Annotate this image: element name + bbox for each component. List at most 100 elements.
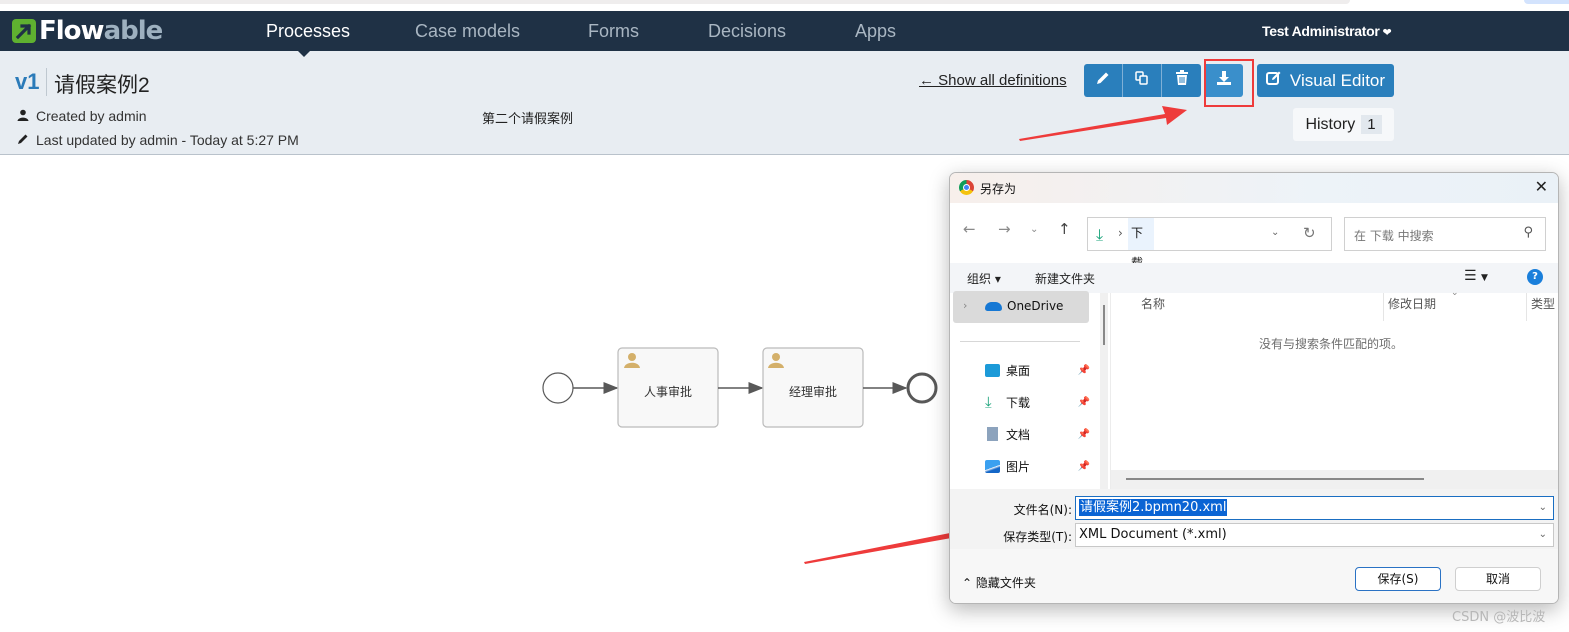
sidebar-item-label: 桌面	[1006, 363, 1031, 378]
hide-folders-label: 隐藏文件夹	[975, 576, 1036, 590]
address-bar[interactable]: ⤓ › 下载 ⌄ ↻	[1087, 217, 1332, 270]
definition-description: 第二个请假案例	[482, 111, 574, 126]
column-header-date[interactable]: 修改日期	[1388, 295, 1436, 312]
breadcrumb-separator: ›	[1118, 226, 1123, 240]
dialog-footer: ⌃ 隐藏文件夹 保存(S) 取消	[950, 549, 1558, 603]
history-button[interactable]: History 1	[1293, 108, 1394, 141]
nav-decisions[interactable]: Decisions	[708, 11, 786, 51]
copy-button[interactable]	[1123, 64, 1162, 97]
sidebar-item-downloads[interactable]: ⤓ 下载 📌	[985, 393, 1090, 411]
sort-chevron-icon: ⌄	[1451, 288, 1459, 298]
desktop-icon	[985, 363, 1000, 377]
breadcrumb-downloads[interactable]: 下载	[1128, 218, 1154, 270]
filename-label: 文件名(N):	[1013, 503, 1072, 517]
search-placeholder: 在 下载 中搜索	[1354, 229, 1434, 243]
recent-chevron-icon[interactable]: ⌄	[1030, 224, 1038, 235]
visual-editor-button[interactable]: Visual Editor	[1257, 64, 1394, 97]
back-arrow-icon[interactable]: ←	[963, 220, 976, 238]
show-all-definitions-link[interactable]: ← Show all definitions	[919, 72, 1067, 89]
download-icon: ⤓	[985, 392, 992, 411]
chevron-down-icon[interactable]: ⌄	[1539, 524, 1547, 546]
page-title: 请假案例2	[54, 74, 150, 97]
end-event[interactable]	[906, 372, 938, 404]
last-updated: Last updated by admin - Today at 5:27 PM	[16, 132, 299, 148]
hide-folders-toggle[interactable]: ⌃ 隐藏文件夹	[962, 574, 1036, 591]
sidebar-item-onedrive[interactable]: › OneDrive	[953, 291, 1089, 323]
logo-arrow-icon	[12, 19, 36, 43]
sidebar-item-desktop[interactable]: 桌面 📌	[985, 361, 1090, 379]
copy-icon	[1134, 70, 1150, 91]
sidebar-item-label: OneDrive	[1007, 299, 1064, 313]
delete-button[interactable]	[1162, 64, 1201, 97]
column-header-name[interactable]: 名称	[1141, 295, 1165, 312]
nav-case-models[interactable]: Case models	[415, 11, 520, 51]
sidebar-item-label: 下载	[1006, 395, 1031, 410]
download-button[interactable]	[1205, 64, 1243, 97]
filetype-label: 保存类型(T):	[1003, 530, 1072, 544]
trash-icon	[1175, 70, 1189, 91]
cloud-icon	[985, 302, 1002, 311]
user-name: Test Administrator	[1262, 23, 1380, 39]
action-button-group	[1084, 64, 1243, 97]
help-icon[interactable]: ?	[1527, 269, 1543, 285]
sidebar-item-label: 文档	[1006, 427, 1031, 442]
version-divider	[46, 68, 47, 96]
dialog-body: › OneDrive 桌面 📌 ⤓ 下载 📌 文档 📌 图片 📌 名称 ⌄ 修改…	[950, 288, 1558, 489]
sidebar-scrollbar[interactable]	[1100, 293, 1108, 489]
filename-input[interactable]: 请假案例2.bpmn20.xml ⌄	[1075, 496, 1554, 520]
version-label: v1	[15, 69, 40, 94]
pin-icon: 📌	[1077, 364, 1090, 376]
file-list: 名称 ⌄ 修改日期 类型 没有与搜索条件匹配的项。	[1110, 288, 1558, 489]
nav-forms[interactable]: Forms	[588, 11, 639, 51]
column-divider[interactable]	[1383, 293, 1384, 321]
scrollbar-thumb[interactable]	[1103, 305, 1105, 345]
scrollbar-thumb[interactable]	[1126, 478, 1424, 480]
history-label: History	[1305, 115, 1356, 133]
logo-text: Flowable	[39, 16, 163, 46]
sidebar-item-pictures[interactable]: 图片 📌	[985, 457, 1090, 475]
column-divider[interactable]	[1526, 293, 1527, 321]
close-icon[interactable]: ✕	[1535, 177, 1548, 196]
forward-arrow-icon[interactable]: →	[998, 220, 1011, 238]
top-navbar: Flowable Processes Case models Forms Dec…	[0, 11, 1569, 51]
sidebar-item-label: 图片	[1006, 459, 1031, 474]
last-updated-text: Last updated by admin - Today at 5:27 PM	[36, 132, 299, 148]
pencil-icon	[1095, 70, 1111, 91]
refresh-icon[interactable]: ↻	[1303, 224, 1316, 242]
chevron-down-icon[interactable]: ⌄	[1271, 227, 1279, 238]
chevron-right-icon: ›	[963, 299, 968, 312]
chevron-down-icon: ❤	[1382, 27, 1392, 39]
filetype-select[interactable]: XML Document (*.xml) ⌄	[1075, 523, 1554, 547]
pencil-icon	[16, 133, 30, 148]
edit-button[interactable]	[1084, 64, 1123, 97]
start-event[interactable]	[542, 372, 574, 404]
dialog-title: 另存为	[980, 182, 1017, 196]
empty-message: 没有与搜索条件匹配的项。	[1258, 337, 1403, 351]
search-input[interactable]: 在 下载 中搜索 ⚲	[1344, 217, 1546, 251]
save-button[interactable]: 保存(S)	[1355, 567, 1441, 591]
nav-processes[interactable]: Processes	[266, 11, 350, 51]
chevron-up-icon: ⌃	[962, 576, 976, 590]
download-icon	[1216, 70, 1232, 91]
flowable-logo[interactable]: Flowable	[12, 16, 163, 46]
definition-header: v1 请假案例2 Created by admin Last updated b…	[0, 51, 1569, 155]
view-options-icon[interactable]: ☰ ▼	[1464, 268, 1488, 284]
picture-icon	[985, 459, 1000, 473]
column-header-type[interactable]: 类型	[1531, 295, 1555, 312]
horizontal-scrollbar[interactable]	[1111, 470, 1558, 489]
history-count-badge: 1	[1361, 115, 1382, 134]
cancel-button[interactable]: 取消	[1455, 567, 1541, 591]
download-icon: ⤓	[1096, 225, 1104, 244]
organize-menu[interactable]: 组织 ▾	[967, 270, 1001, 287]
dialog-fields: 文件名(N): 请假案例2.bpmn20.xml ⌄ 保存类型(T): XML …	[950, 489, 1558, 549]
document-icon	[987, 427, 998, 441]
active-nav-caret	[298, 51, 310, 57]
sidebar-item-documents[interactable]: 文档 📌	[985, 425, 1090, 443]
search-icon: ⚲	[1523, 225, 1533, 240]
nav-apps[interactable]: Apps	[855, 11, 896, 51]
up-arrow-icon[interactable]: ↑	[1058, 220, 1071, 238]
new-folder-button[interactable]: 新建文件夹	[1035, 270, 1095, 287]
pin-icon: 📌	[1077, 460, 1090, 472]
chevron-down-icon[interactable]: ⌄	[1539, 497, 1547, 519]
user-menu[interactable]: Test Administrator ❤	[1262, 11, 1392, 51]
